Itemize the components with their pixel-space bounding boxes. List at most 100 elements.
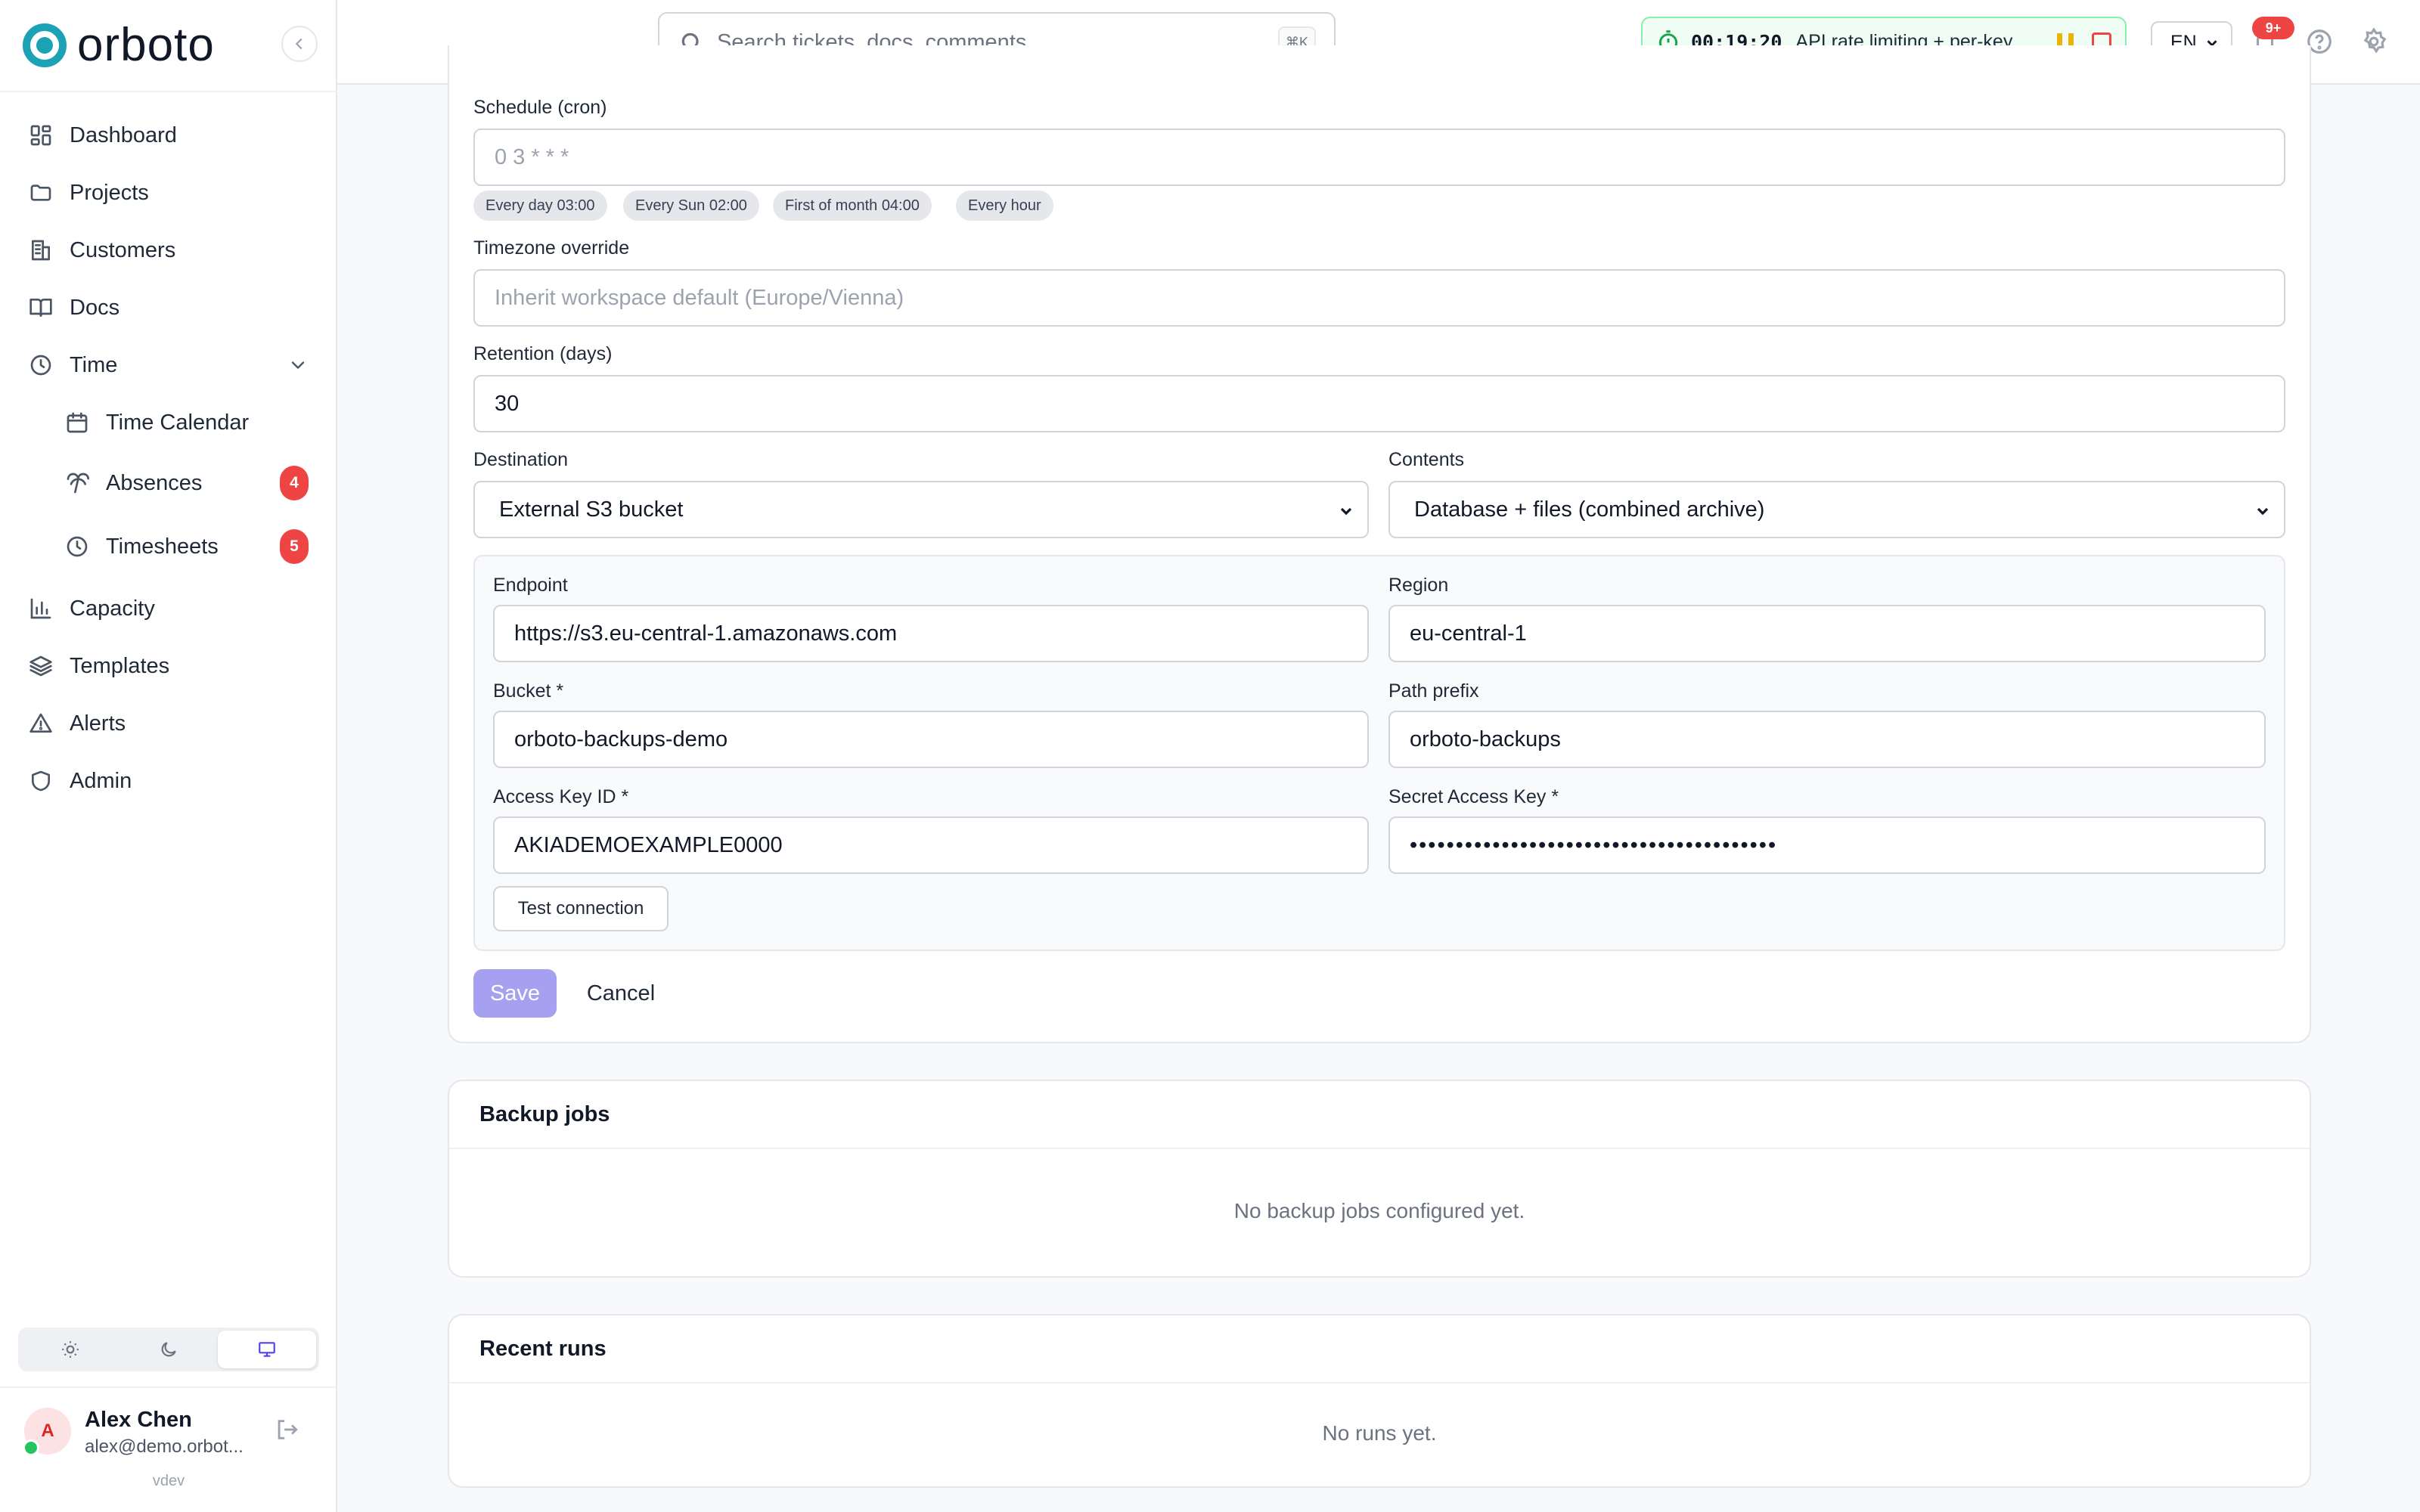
region-label: Region [1388,575,1449,596]
timezone-label: Timezone override [473,237,630,259]
region-input[interactable]: eu-central-1 [1388,605,2266,662]
sidebar-item-label: Projects [70,180,149,205]
sidebar-item-projects[interactable]: Projects [29,172,309,214]
endpoint-input[interactable]: https://s3.eu-central-1.amazonaws.com [493,605,1369,662]
notification-badge: 9+ [2252,17,2294,39]
divider [0,1387,337,1388]
app-version: vdev [152,1473,185,1489]
logo[interactable]: orboto [23,21,318,70]
logo-mark [23,23,67,67]
sidebar-item-time[interactable]: Time [29,344,309,386]
gear-icon[interactable] [2360,27,2388,56]
schedule-input[interactable]: 0 3 * * * [473,129,2285,186]
clock-icon [30,355,51,376]
cancel-button[interactable]: Cancel [579,969,662,1018]
path-prefix-input[interactable]: orboto-backups [1388,711,2266,768]
sidebar-item-absences[interactable]: Absences 4 [65,462,309,504]
chevron-down-icon [1340,507,1352,516]
palm-tree-icon [67,472,89,494]
sidebar-item-docs[interactable]: Docs [29,287,309,329]
count-badge: 5 [280,529,309,564]
timezone-input[interactable]: Inherit workspace default (Europe/Vienna… [473,269,2285,327]
sidebar-item-label: Dashboard [70,122,177,147]
destination-label: Destination [473,449,569,470]
user-email: alex@demo.orbot... [85,1436,244,1457]
sidebar-item-label: Docs [70,295,120,320]
theme-system-button[interactable] [218,1331,316,1368]
user-profile[interactable]: A Alex Chen alex@demo.orbot... [23,1405,315,1458]
calendar-icon [67,412,88,433]
user-name: Alex Chen [85,1408,192,1432]
recent-runs-card: Recent runs No runs yet. [448,1314,2311,1488]
book-icon [29,299,52,317]
access-key-label: Access Key ID * [493,786,629,807]
sun-icon [62,1341,79,1358]
chevron-down-icon [291,361,305,369]
sidebar-item-admin[interactable]: Admin [29,760,309,802]
sidebar-item-label: Capacity [70,596,155,621]
recent-runs-title: Recent runs [479,1337,607,1361]
backup-jobs-card: Backup jobs No backup jobs configured ye… [448,1080,2311,1278]
chevron-left-icon [295,38,302,50]
sidebar-item-label: Time [70,352,118,377]
access-key-input[interactable]: AKIADEMOEXAMPLE0000 [493,816,1369,874]
theme-light-button[interactable] [21,1331,119,1368]
bar-chart-icon [30,598,51,619]
logout-icon[interactable] [274,1417,299,1442]
divider [449,1148,2310,1149]
sidebar-item-label: Timesheets [106,534,219,559]
sidebar-item-templates[interactable]: Templates [29,645,309,687]
building-icon [32,240,50,261]
dashboard-icon [30,125,51,146]
alert-triangle-icon [29,713,52,733]
folder-icon [30,184,51,201]
theme-dark-button[interactable] [119,1331,218,1368]
sidebar-item-alerts[interactable]: Alerts [29,702,309,745]
schedule-preset-chip[interactable]: Every Sun 02:00 [623,191,759,221]
sidebar-item-label: Admin [70,768,132,793]
sidebar: orboto Dashboard Projects Customers Docs… [0,0,337,1512]
path-prefix-label: Path prefix [1388,680,1479,702]
moon-icon [161,1342,176,1357]
count-badge: 4 [280,466,309,500]
bucket-label: Bucket * [493,680,564,702]
clock-icon [67,536,88,557]
logo-text: orboto [77,19,215,71]
theme-switcher [18,1328,319,1371]
schedule-preset-chip[interactable]: First of month 04:00 [773,191,932,221]
secret-key-label: Secret Access Key * [1388,786,1559,807]
destination-select[interactable]: External S3 bucket [473,481,1369,538]
chevron-down-icon [2257,507,2269,516]
sidebar-item-capacity[interactable]: Capacity [29,587,309,630]
test-connection-button[interactable]: Test connection [493,886,669,931]
sidebar-item-label: Alerts [70,711,126,736]
secret-key-input[interactable]: •••••••••••••••••••••••••••••••••••••••• [1388,816,2266,874]
contents-select[interactable]: Database + files (combined archive) [1388,481,2285,538]
collapse-sidebar-button[interactable] [281,26,318,62]
online-status-dot [23,1439,39,1456]
sidebar-item-label: Customers [70,237,176,262]
contents-value: Database + files (combined archive) [1414,497,1765,522]
retention-label: Retention (days) [473,343,613,364]
sidebar-item-label: Time Calendar [106,410,250,435]
sidebar-item-timesheets[interactable]: Timesheets 5 [65,525,309,568]
sidebar-item-customers[interactable]: Customers [29,229,309,271]
destination-value: External S3 bucket [499,497,684,522]
backup-jobs-title: Backup jobs [479,1102,610,1126]
monitor-icon [259,1342,275,1357]
sidebar-item-dashboard[interactable]: Dashboard [29,114,309,156]
bucket-input[interactable]: orboto-backups-demo [493,711,1369,768]
sidebar-item-label: Absences [106,470,203,495]
sidebar-item-label: Templates [70,653,170,678]
shield-icon [32,770,50,792]
recent-runs-empty-state: No runs yet. [1322,1421,1437,1445]
schedule-preset-chip[interactable]: Every hour [956,191,1053,221]
schedule-preset-chip[interactable]: Every day 03:00 [473,191,607,221]
sidebar-item-time-calendar[interactable]: Time Calendar [65,401,309,444]
retention-input[interactable]: 30 [473,375,2285,432]
divider [449,1382,2310,1383]
divider [0,91,337,92]
save-button[interactable]: Save [473,969,557,1018]
backup-jobs-empty-state: No backup jobs configured yet. [1233,1199,1525,1222]
layers-icon [29,655,52,677]
